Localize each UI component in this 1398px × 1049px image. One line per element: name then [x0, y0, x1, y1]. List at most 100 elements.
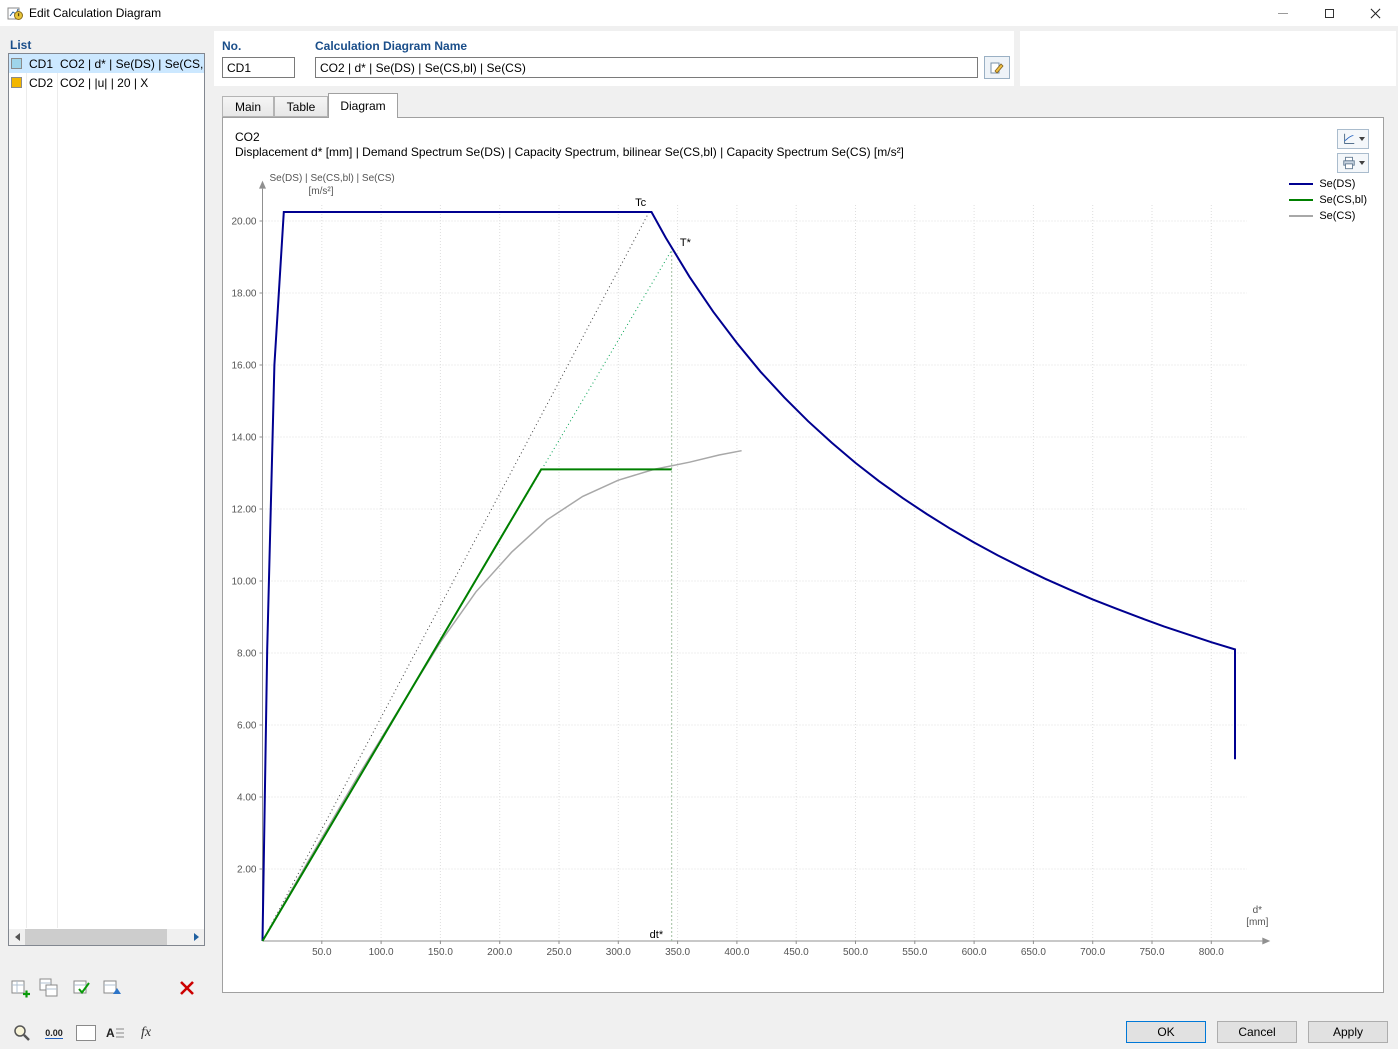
add-item-button[interactable]: [10, 977, 32, 999]
apply-button[interactable]: Apply: [1308, 1021, 1388, 1043]
svg-text:[m/s²]: [m/s²]: [309, 186, 334, 197]
svg-text:6.00: 6.00: [237, 721, 257, 732]
series-Tc-period-line: [263, 212, 650, 941]
scroll-left-icon: [15, 933, 20, 941]
edit-name-button[interactable]: [984, 56, 1010, 79]
no-input[interactable]: [222, 57, 295, 78]
maximize-button[interactable]: [1306, 0, 1352, 26]
window-title: Edit Calculation Diagram: [29, 6, 161, 20]
list-horizontal-scrollbar[interactable]: [9, 929, 204, 945]
display-color-button[interactable]: [74, 1023, 98, 1043]
name-input[interactable]: [315, 57, 978, 78]
svg-text:[mm]: [mm]: [1246, 917, 1268, 928]
legend-label: Se(CS): [1319, 210, 1355, 222]
scroll-right-icon: [194, 933, 199, 941]
svg-text:200.0: 200.0: [487, 947, 512, 958]
chart-settings-button[interactable]: [1337, 129, 1369, 149]
svg-text:10.00: 10.00: [231, 577, 256, 588]
print-button[interactable]: [1337, 153, 1369, 173]
decimal-places-button[interactable]: 0.00: [40, 1023, 68, 1043]
series-Se(CS,bl): [263, 469, 672, 941]
check-items-icon: [73, 978, 93, 998]
font-settings-button[interactable]: A: [102, 1022, 128, 1044]
magnifier-icon: [12, 1023, 32, 1043]
name-label: Calculation Diagram Name: [315, 39, 467, 53]
series-color-swatch: [11, 77, 22, 88]
cancel-button[interactable]: Cancel: [1217, 1021, 1297, 1043]
svg-text:8.00: 8.00: [237, 649, 257, 660]
check-items-button[interactable]: [72, 977, 94, 999]
list-panel-header: List: [10, 38, 31, 52]
svg-text:700.0: 700.0: [1080, 947, 1105, 958]
svg-text:2.00: 2.00: [237, 865, 257, 876]
series-Se(CS): [263, 451, 742, 941]
scroll-left-button[interactable]: [9, 929, 25, 945]
minimize-button[interactable]: [1260, 0, 1306, 26]
svg-text:650.0: 650.0: [1021, 947, 1046, 958]
svg-text:50.0: 50.0: [312, 947, 332, 958]
scroll-right-button[interactable]: [188, 929, 204, 945]
list-item[interactable]: CD2 CO2 | |u| | 20 | X: [9, 73, 204, 92]
svg-text:T*: T*: [680, 237, 692, 249]
find-button[interactable]: [10, 1021, 34, 1045]
chevron-down-icon: [1359, 137, 1365, 141]
svg-text:800.0: 800.0: [1199, 947, 1224, 958]
legend-line-swatch: [1289, 199, 1313, 201]
font-settings-icon: A: [105, 1024, 125, 1042]
spectrum-chart: 50.0 100.0 150.0 200.0 250.0 300.0 350.0 400.0 4…: [223, 118, 1383, 992]
chart-legend: Se(DS) Se(CS,bl) Se(CS): [1289, 176, 1367, 224]
legend-label: Se(CS,bl): [1319, 194, 1367, 206]
svg-text:350.0: 350.0: [665, 947, 690, 958]
svg-text:dt*: dt*: [650, 929, 664, 941]
edit-items-icon: [103, 978, 123, 998]
list-column-separator: [26, 54, 27, 928]
svg-text:150.0: 150.0: [428, 947, 453, 958]
svg-text:Se(DS) | Se(CS,bl) | Se(CS): Se(DS) | Se(CS,bl) | Se(CS): [270, 173, 395, 184]
legend-label: Se(DS): [1319, 178, 1355, 190]
minimize-icon: [1278, 13, 1288, 14]
chart-settings-icon: [1342, 132, 1356, 146]
svg-text:550.0: 550.0: [902, 947, 927, 958]
edit-items-button[interactable]: [102, 977, 124, 999]
color-box-icon: [76, 1025, 96, 1041]
svg-text:450.0: 450.0: [784, 947, 809, 958]
diagram-tab-panel: CO2 Displacement d* [mm] | Demand Spectr…: [222, 117, 1384, 993]
legend-item: Se(CS): [1289, 208, 1367, 224]
list-item[interactable]: CD1 CO2 | d* | Se(DS) | Se(CS,bl) |: [9, 54, 204, 73]
scrollbar-thumb[interactable]: [25, 929, 167, 945]
svg-text:d*: d*: [1253, 905, 1263, 916]
window-titlebar: Edit Calculation Diagram: [0, 0, 1398, 26]
legend-item: Se(CS,bl): [1289, 192, 1367, 208]
svg-text:100.0: 100.0: [369, 947, 394, 958]
ok-button[interactable]: OK: [1126, 1021, 1206, 1043]
svg-text:14.00: 14.00: [231, 433, 256, 444]
function-icon: fx: [141, 1025, 151, 1041]
list-item-id: CD1: [29, 57, 59, 71]
series-color-swatch: [11, 58, 22, 69]
legend-line-swatch: [1289, 215, 1313, 217]
no-label: No.: [222, 39, 241, 53]
close-icon: [1370, 8, 1381, 19]
svg-text:Tc: Tc: [635, 197, 647, 209]
copy-item-button[interactable]: [38, 977, 60, 999]
list-item-desc: CO2 | d* | Se(DS) | Se(CS,bl) |: [60, 57, 204, 71]
svg-text:500.0: 500.0: [843, 947, 868, 958]
svg-text:16.00: 16.00: [231, 361, 256, 372]
legend-item: Se(DS): [1289, 176, 1367, 192]
scrollbar-track[interactable]: [167, 929, 188, 945]
legend-line-swatch: [1289, 183, 1313, 185]
svg-text:300.0: 300.0: [606, 947, 631, 958]
delete-item-icon: [179, 980, 195, 996]
svg-text:250.0: 250.0: [546, 947, 571, 958]
svg-text:750.0: 750.0: [1139, 947, 1164, 958]
delete-item-button[interactable]: [176, 977, 198, 999]
tab-diagram[interactable]: Diagram: [328, 93, 398, 118]
form-background-right: [1020, 31, 1396, 86]
function-button[interactable]: fx: [134, 1021, 158, 1045]
tab-table[interactable]: Table: [274, 96, 328, 117]
chevron-down-icon: [1359, 161, 1365, 165]
svg-text:400.0: 400.0: [724, 947, 749, 958]
tab-main[interactable]: Main: [222, 96, 274, 117]
close-button[interactable]: [1352, 0, 1398, 26]
svg-text:20.00: 20.00: [231, 217, 256, 228]
